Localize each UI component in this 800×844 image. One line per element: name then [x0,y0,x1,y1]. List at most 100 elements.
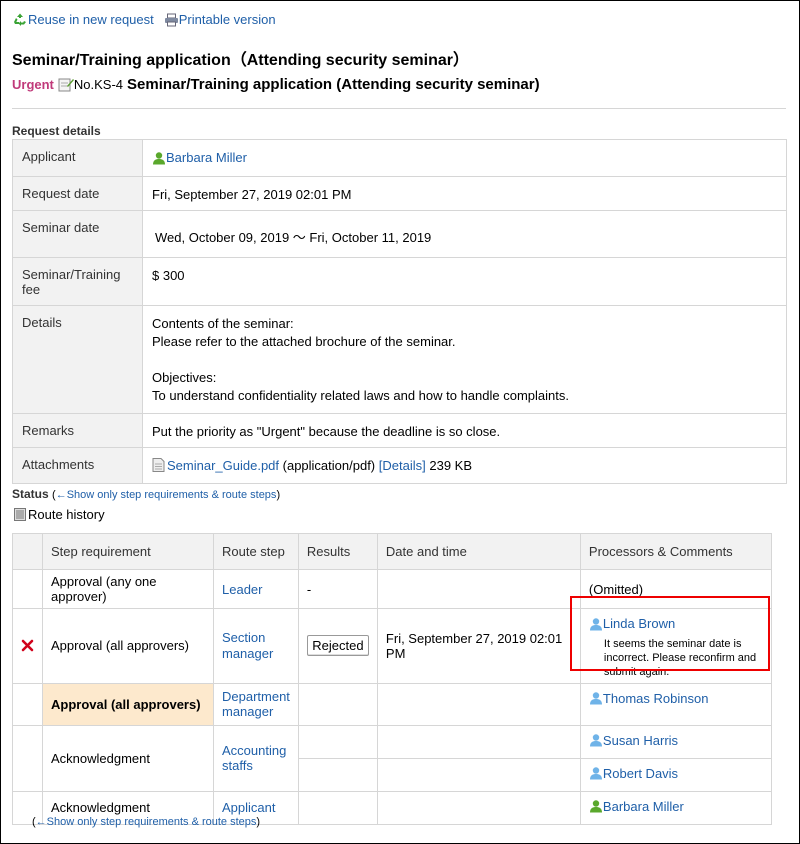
show-steps-link[interactable]: ←Show only step requirements & route ste… [56,489,277,501]
date-time [376,790,581,825]
processor-user[interactable]: Susan Harris [589,733,678,748]
status-mark-empty [12,569,43,609]
divider [12,108,786,109]
route-row-rejected: Approval (all approvers) Section manager… [12,608,773,684]
processor-name-link[interactable]: Robert Davis [603,766,678,781]
processor-name-link[interactable]: Linda Brown [603,616,675,631]
route-step: Leader [213,569,299,609]
detail-label: Details [12,304,143,414]
step-requirement-current: Approval (all approvers) [42,682,214,726]
details-line: To understand confidentiality related la… [152,387,569,403]
detail-label: Seminar/Training fee [12,256,143,306]
user-icon [589,733,603,747]
result [297,757,378,792]
date-time [376,757,581,792]
status-mark-empty [12,682,43,726]
processor: Susan Harris [579,724,773,759]
route-step: Section manager [213,608,299,684]
col-header-mark [12,533,43,570]
processor-name-link[interactable]: Barbara Miller [603,799,684,814]
route-step-link[interactable]: Department manager [222,689,290,719]
detail-row-details: Details Contents of the seminar: Please … [12,304,787,414]
processor: Barbara Miller [579,790,773,825]
detail-value: Fri, September 27, 2019 02:01 PM [142,175,787,211]
page-title: Seminar/Training application（Attending s… [12,52,469,69]
print-link[interactable]: Printable version [164,12,276,27]
applicant-name-link[interactable]: Barbara Miller [166,150,247,165]
bottom-toggle: (←Show only step requirements & route st… [32,816,260,828]
detail-value: $ 300 [142,256,787,306]
detail-row-request-date: Request date Fri, September 27, 2019 02:… [12,175,787,211]
close-paren: ) [276,489,281,501]
route-step-link[interactable]: Leader [222,582,262,597]
detail-row-fee: Seminar/Training fee $ 300 [12,256,787,306]
request-title: Seminar/Training application (Attending … [127,76,540,93]
detail-row-attachments: Attachments Seminar_Guide.pdf (applicati… [12,446,787,484]
route-row-current: Approval (all approvers) Department mana… [12,682,773,726]
reject-x-icon [21,639,34,652]
processor-user[interactable]: Thomas Robinson [589,691,709,706]
result [297,790,378,825]
reuse-label[interactable]: Reuse in new request [28,12,154,27]
user-icon [589,617,603,631]
route-step-link[interactable]: Accounting staffs [222,743,286,773]
col-header-date-time: Date and time [376,533,581,570]
processor: Robert Davis [579,757,773,792]
route-step-link[interactable]: Section manager [222,630,273,661]
recycle-icon [12,12,28,27]
request-details-label: Request details [12,124,101,138]
priority-badge: Urgent [12,77,54,92]
detail-value: Barbara Miller [142,139,787,177]
details-line: Contents of the seminar: [152,315,294,331]
step-requirement: Approval (all approvers) [42,608,214,684]
col-header-route-step: Route step [213,533,299,570]
processor-user[interactable]: Barbara Miller [589,799,684,814]
printer-icon [164,13,179,27]
rejected-badge: Rejected [307,635,369,657]
toolbar: Reuse in new request Printable version [12,12,276,27]
attachment-details-link[interactable]: [Details] [379,458,426,473]
col-header-results: Results [297,533,378,570]
detail-value: Seminar_Guide.pdf (application/pdf) [Det… [142,446,787,484]
date-time [376,682,581,726]
processor: Linda Brown It seems the seminar date is… [579,608,773,684]
processor-user[interactable]: Robert Davis [589,766,678,781]
status-mark [12,608,43,684]
status-heading: Status (←Show only step requirements & r… [12,487,280,501]
status-label: Status [12,487,49,501]
step-requirement: Acknowledgment [42,724,214,792]
reuse-link[interactable]: Reuse in new request [12,12,154,27]
result [297,682,378,726]
details-line: Please refer to the attached brochure of… [152,333,456,349]
detail-value: Wed, October 09, 2019 〜 Fri, October 11,… [142,209,787,258]
attachment-file-link[interactable]: Seminar_Guide.pdf [167,458,279,473]
print-label[interactable]: Printable version [179,12,276,27]
detail-label: Remarks [12,412,143,448]
detail-label: Seminar date [12,209,143,258]
request-number: No.KS-4 [73,77,124,92]
attachment-mime: (application/pdf) [282,457,376,473]
processor: (Omitted) [579,569,773,609]
processor-name-link[interactable]: Thomas Robinson [603,691,709,706]
col-header-processors: Processors & Comments [579,533,773,570]
detail-row-remarks: Remarks Put the priority as "Urgent" bec… [12,412,787,448]
col-header-step-requirement: Step requirement [42,533,214,570]
result: Rejected [297,608,378,684]
attachment: Seminar_Guide.pdf (application/pdf) [Det… [152,458,472,473]
show-steps-link-bottom[interactable]: ←Show only step requirements & route ste… [36,816,257,828]
request-details-table: Applicant Barbara Miller Request date Fr… [12,139,787,484]
date-time [376,569,581,609]
status-mark-empty [12,724,43,792]
applicant-user[interactable]: Barbara Miller [152,150,247,165]
processor-name-link[interactable]: Susan Harris [603,733,678,748]
route-step-link[interactable]: Applicant [222,800,275,815]
user-icon-green [152,151,166,165]
processor-user[interactable]: Linda Brown [589,616,675,631]
details-blank-line [152,351,778,369]
route-table: Step requirement Route step Results Date… [12,533,773,825]
route-header-row: Step requirement Route step Results Date… [12,533,773,570]
request-form-icon [58,77,74,92]
processor-comment: It seems the seminar date is incorrect. … [603,637,757,678]
route-row: Acknowledgment Accounting staffs Susan H… [12,724,773,792]
attachment-size: 239 KB [429,457,473,473]
